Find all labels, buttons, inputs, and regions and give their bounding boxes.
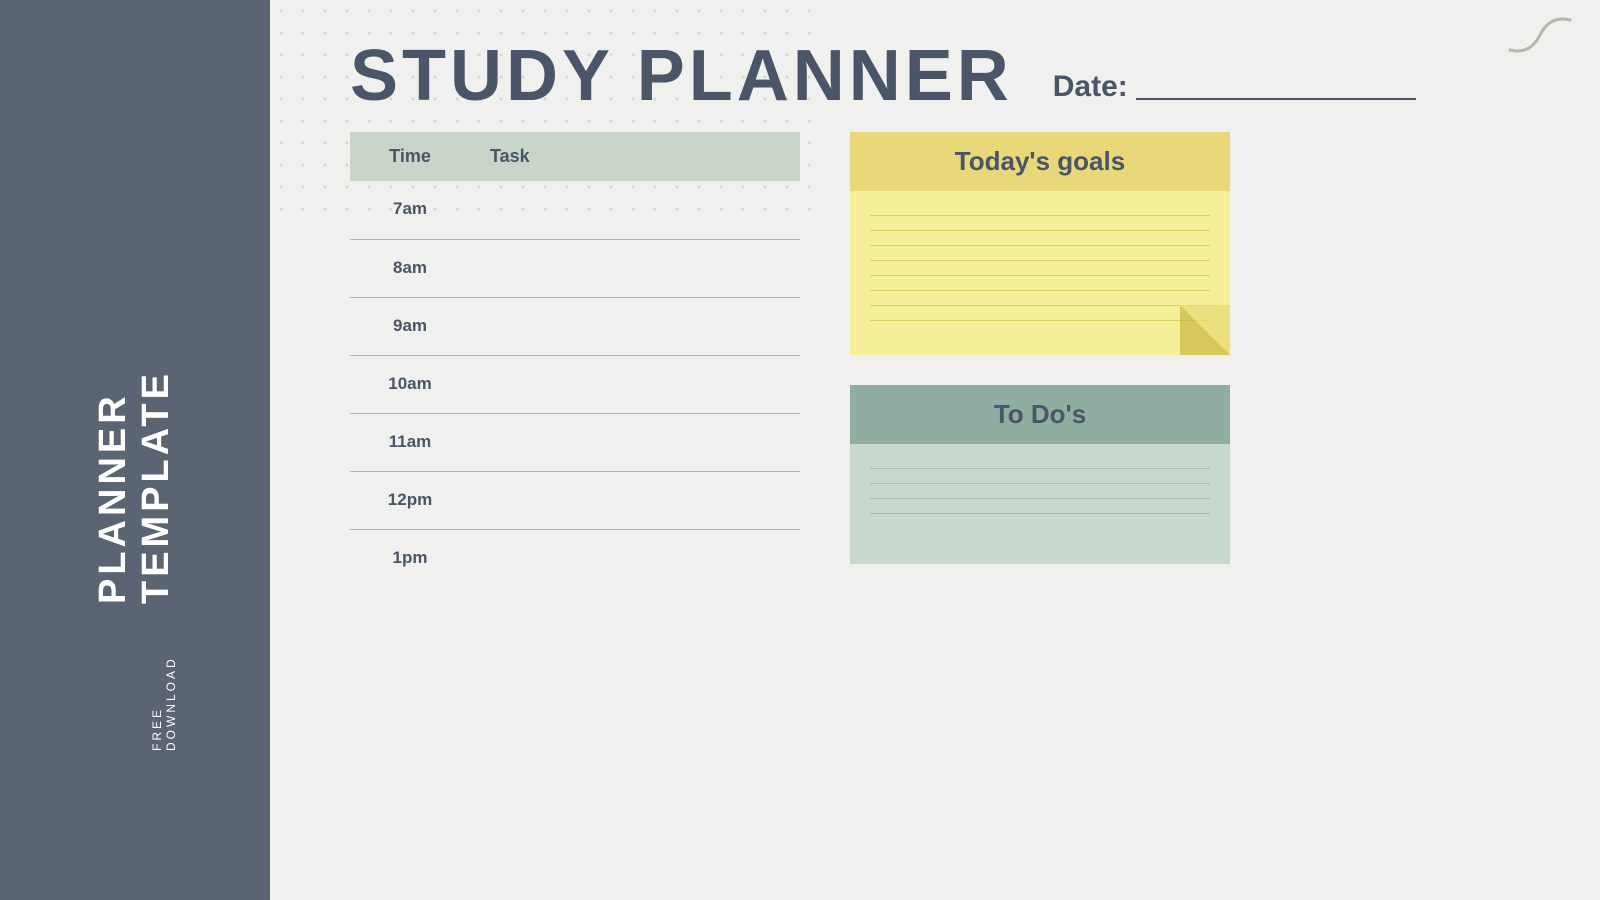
task-cell[interactable] [470, 239, 800, 297]
goals-line [870, 245, 1210, 246]
task-cell[interactable] [470, 297, 800, 355]
time-cell: 10am [350, 355, 470, 413]
time-cell: 1pm [350, 529, 470, 587]
date-input-line[interactable] [1136, 98, 1416, 100]
time-cell: 8am [350, 239, 470, 297]
time-cell: 7am [350, 181, 470, 239]
col-header-task: Task [470, 132, 800, 181]
todos-line [870, 483, 1210, 484]
page-title: STUDY PLANNER [350, 40, 1013, 112]
task-cell[interactable] [470, 529, 800, 587]
sidebar-free-download: FREE DOWNLOAD [150, 608, 178, 751]
table-row: 10am [350, 355, 800, 413]
task-cell[interactable] [470, 413, 800, 471]
todos-body [850, 444, 1230, 564]
notes-section: Today's goals To Do's [850, 132, 1560, 587]
goals-header: Today's goals [850, 132, 1230, 191]
time-cell: 12pm [350, 471, 470, 529]
date-section: Date: [1053, 70, 1416, 112]
table-row: 7am [350, 181, 800, 239]
goals-line [870, 215, 1210, 216]
table-row: 12pm [350, 471, 800, 529]
goals-line [870, 230, 1210, 231]
todos-line [870, 513, 1210, 514]
schedule-section: Time Task 7am8am9am10am11am12pm1pm [350, 132, 800, 587]
goals-line [870, 305, 1210, 306]
goals-line [870, 290, 1210, 291]
task-cell[interactable] [470, 181, 800, 239]
table-row: 1pm [350, 529, 800, 587]
table-row: 8am [350, 239, 800, 297]
task-cell[interactable] [470, 355, 800, 413]
goals-line [870, 260, 1210, 261]
todos-line [870, 498, 1210, 499]
time-cell: 11am [350, 413, 470, 471]
header: STUDY PLANNER Date: [270, 0, 1600, 132]
goals-line [870, 320, 1210, 321]
goals-line [870, 275, 1210, 276]
col-header-time: Time [350, 132, 470, 181]
content-area: Time Task 7am8am9am10am11am12pm1pm Today… [270, 132, 1600, 587]
todos-line [870, 468, 1210, 469]
todos-note: To Do's [850, 385, 1230, 564]
goals-body [850, 191, 1230, 355]
sidebar-planner-template: PLANNER TEMPLATE [92, 149, 178, 604]
task-cell[interactable] [470, 471, 800, 529]
todos-header: To Do's [850, 385, 1230, 444]
sidebar: FREE DOWNLOAD PLANNER TEMPLATE [0, 0, 270, 900]
table-row: 9am [350, 297, 800, 355]
goals-note: Today's goals [850, 132, 1230, 355]
date-label: Date: [1053, 70, 1128, 104]
main-content: STUDY PLANNER Date: Time Task 7am8am9am1… [270, 0, 1600, 900]
table-row: 11am [350, 413, 800, 471]
time-cell: 9am [350, 297, 470, 355]
schedule-table: Time Task 7am8am9am10am11am12pm1pm [350, 132, 800, 587]
